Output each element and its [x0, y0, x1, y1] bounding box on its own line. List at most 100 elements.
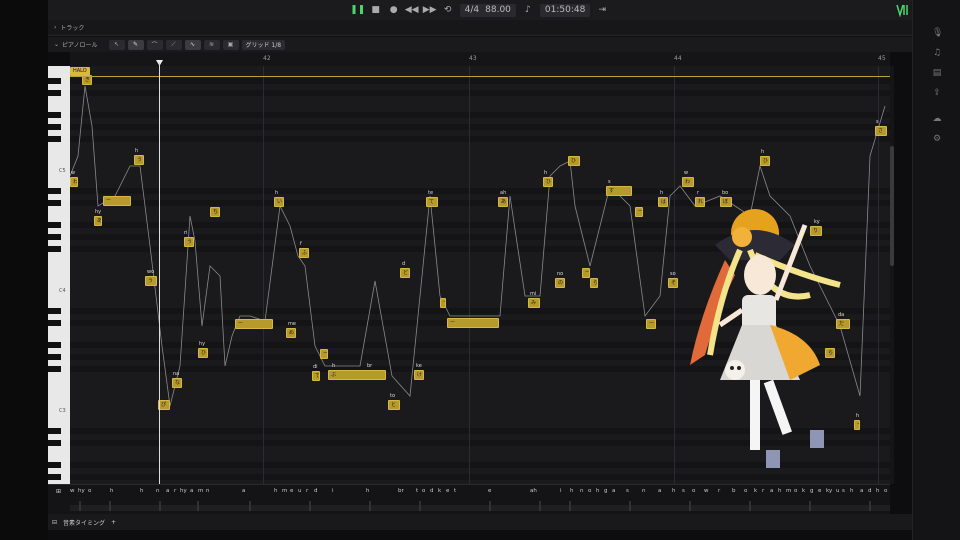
phoneme-timing-panel[interactable]: ⊞ w hy o hhn a r hy amn ahm eur dih br t o dke… [48, 484, 890, 514]
note-19[interactable]: と [388, 400, 400, 410]
note-34[interactable]: ー [646, 319, 656, 329]
note-31[interactable]: ら [590, 278, 598, 288]
pianoroll-title: ピアノロール [62, 42, 98, 49]
grid-select[interactable]: グリッド 1/8 [241, 39, 286, 50]
draw-tool-icon[interactable]: ✎ [127, 39, 144, 50]
music-note-icon[interactable]: ♫ [932, 48, 942, 58]
note-17[interactable]: ー [320, 349, 328, 359]
note-40[interactable]: ひ [760, 156, 770, 166]
meter-value: 4/4 [464, 5, 480, 15]
pitch-view-icon[interactable]: ∿ [184, 39, 201, 50]
note-21[interactable]: ど [400, 268, 410, 278]
lyric-tag: h [544, 170, 548, 176]
note-4[interactable]: ー [103, 196, 131, 206]
lyric-tag: ah [500, 190, 507, 196]
track-label: トラック [60, 25, 85, 32]
halo-marker[interactable]: HALO [70, 67, 90, 76]
note-24[interactable]: ー [447, 318, 499, 328]
note-29[interactable]: ひ [568, 156, 580, 166]
vibrato-icon[interactable]: ≋ [203, 39, 220, 50]
lyric-tag: w [684, 170, 689, 176]
lyric-tag: ke [416, 363, 422, 369]
note-27[interactable]: ひ [543, 177, 553, 187]
settings-gear-icon[interactable]: ⚙ [932, 134, 942, 144]
chevron-right-icon[interactable]: › [54, 24, 56, 31]
note-18[interactable]: ぶ [328, 370, 386, 380]
measure-ruler[interactable]: 42 43 44 45 [70, 52, 890, 66]
note-6[interactable]: う [145, 276, 157, 286]
playhead[interactable] [159, 62, 160, 484]
panel-icon[interactable]: ▣ [222, 39, 239, 50]
note-13[interactable]: い [274, 197, 284, 207]
note-30[interactable]: ー [582, 268, 590, 278]
fast-forward-icon[interactable]: ▶▶ [423, 4, 437, 16]
note-37[interactable]: わ [682, 177, 694, 187]
lyric-tag: so [670, 271, 676, 277]
note-44[interactable]: さ [875, 126, 887, 136]
note-9[interactable]: う [184, 237, 194, 247]
piano-keyboard[interactable]: C5 C4 C3 [48, 66, 70, 484]
note-1[interactable]: わ [70, 177, 78, 187]
lyric-tag: h [135, 148, 139, 154]
document-icon[interactable]: ▤ [932, 68, 942, 78]
lyric-tag: h [332, 363, 336, 369]
key-label-c4: C4 [59, 288, 66, 294]
time-box[interactable]: 01:50:48 [539, 3, 591, 17]
note-11[interactable]: ち [210, 207, 220, 217]
rewind-icon[interactable]: ◀◀ [405, 4, 419, 16]
meter-tempo-box[interactable]: 4/4 88.00 [459, 3, 516, 17]
metronome-icon[interactable]: ♪ [522, 4, 534, 16]
track-header[interactable]: › トラック [48, 20, 912, 36]
bottom-strip [48, 530, 912, 540]
note-16[interactable]: で [312, 371, 320, 381]
lyric-tag: r [697, 190, 700, 196]
lyric-tag: ri [184, 230, 188, 236]
jump-to-end-icon[interactable]: ⇥ [596, 4, 608, 16]
pianoroll-toolbar: ⌄ ピアノロール ↖ ✎ ⌒ ⟋ ∿ ≋ ▣ グリッド 1/8 [48, 37, 912, 52]
note-22[interactable]: て [426, 197, 438, 207]
note-23[interactable]: ー [440, 298, 446, 308]
pitch-line-tool-icon[interactable]: ⟋ [165, 39, 182, 50]
export-icon[interactable]: ⇪ [932, 88, 942, 98]
note-26[interactable]: み [528, 298, 540, 308]
cloud-icon[interactable]: ☁ [932, 114, 942, 124]
note-15[interactable]: ふ [299, 248, 309, 258]
note-25[interactable]: あ [498, 197, 508, 207]
add-tab-button[interactable]: + [111, 519, 116, 526]
measure-42: 42 [263, 55, 271, 62]
loop-icon[interactable]: ⟲ [442, 4, 454, 16]
lyric-tag: te [428, 190, 434, 196]
play-pause-icon[interactable]: ❚❚ [350, 4, 365, 16]
left-margin [0, 0, 48, 540]
note-14[interactable]: め [286, 328, 296, 338]
note-5[interactable]: う [134, 155, 144, 165]
note-33[interactable]: ー [635, 207, 643, 217]
pitch-curve-tool-icon[interactable]: ⌒ [146, 39, 163, 50]
tab-phoneme-timing[interactable]: 音素タイミング [63, 518, 105, 527]
chevron-down-icon[interactable]: ⌄ [54, 41, 59, 48]
measure-45: 45 [878, 55, 886, 62]
note-12[interactable]: ー [235, 319, 273, 329]
record-icon[interactable]: ● [388, 4, 400, 16]
microphone-icon[interactable]: 🎙 [932, 28, 943, 38]
note-32[interactable]: す [606, 186, 632, 196]
phoneme-timing-icon: ⊟ [52, 518, 58, 526]
lyric-tag: no [557, 271, 564, 277]
note-35[interactable]: は [658, 197, 668, 207]
note-28[interactable]: の [555, 278, 565, 288]
note-8[interactable]: な [172, 378, 182, 388]
right-sidebar: 🎙 ♫ ▤ ⇪ ☁ ⚙ [912, 0, 960, 540]
select-tool-icon[interactable]: ↖ [108, 39, 125, 50]
time-value: 01:50:48 [544, 5, 586, 15]
lyric-tag: h [660, 190, 664, 196]
note-36[interactable]: そ [668, 278, 678, 288]
note-20[interactable]: け [414, 370, 424, 380]
lyric-tag: hy [199, 341, 206, 347]
lyric-tag: na [173, 371, 180, 377]
note-10[interactable]: ひ [198, 348, 208, 358]
stop-icon[interactable]: ■ [370, 4, 382, 16]
note-3[interactable]: あ [94, 216, 102, 226]
vertical-scrollbar[interactable] [890, 66, 894, 484]
lyric-tag: br [367, 363, 373, 369]
phoneme-timing-bars [70, 501, 890, 511]
